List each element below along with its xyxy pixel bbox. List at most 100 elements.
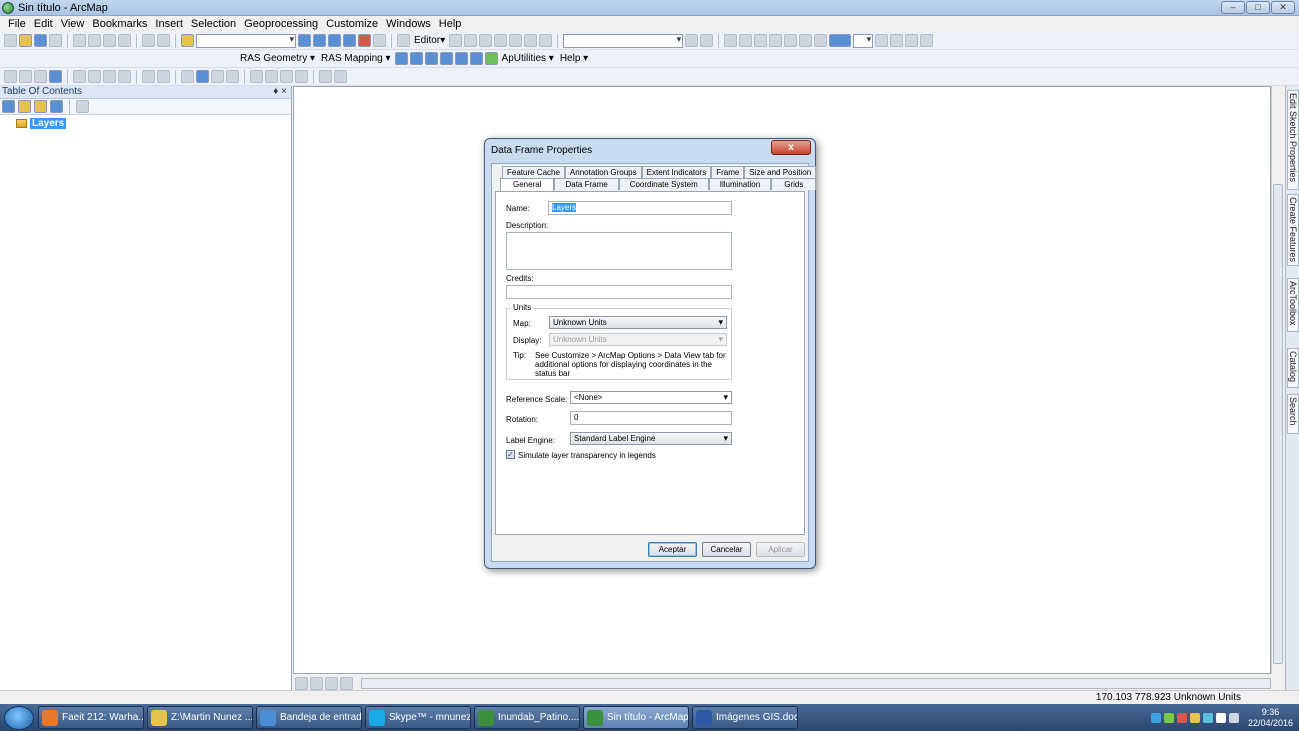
tray-volume-icon[interactable] — [1228, 712, 1239, 723]
menu-bookmarks[interactable]: Bookmarks — [88, 18, 151, 30]
georef-icon[interactable] — [685, 34, 699, 47]
fill-color-icon[interactable] — [829, 34, 852, 47]
open-folder-icon[interactable] — [19, 34, 32, 47]
find-route-icon[interactable] — [280, 70, 293, 83]
aputilities-menu[interactable]: ApUtilities ▾ — [500, 53, 556, 64]
back-extent-icon[interactable] — [103, 70, 116, 83]
minimize-button[interactable]: ‒ — [1221, 1, 1245, 14]
tab-feature-cache[interactable]: Feature Cache — [502, 166, 565, 178]
tab-data-frame[interactable]: Data Frame — [554, 178, 619, 190]
menu-file[interactable]: File — [4, 18, 30, 30]
editor-toolbar-icon[interactable] — [298, 34, 311, 47]
list-by-selection-icon[interactable] — [50, 100, 63, 113]
apply-button[interactable]: Aplicar — [756, 542, 805, 557]
fixed-zoom-in-icon[interactable] — [73, 70, 86, 83]
viewer-window-icon[interactable] — [334, 70, 347, 83]
tab-coordinate-system[interactable]: Coordinate System — [618, 178, 709, 190]
ras-tool-7-icon[interactable] — [484, 52, 498, 65]
dock-tab-edit-sketch-properties[interactable]: Edit Sketch Properties — [1287, 90, 1299, 190]
rotate-tool-icon[interactable] — [509, 34, 523, 47]
taskbar-firefox[interactable]: Faeit 212: Warha... — [38, 706, 144, 729]
pause-drawing-icon[interactable] — [340, 676, 353, 690]
menu-help[interactable]: Help — [435, 18, 466, 30]
select-elements-icon[interactable] — [181, 70, 194, 83]
map-scale-combo[interactable] — [196, 33, 296, 48]
close-window-button[interactable]: ✕ — [1271, 1, 1295, 14]
dialog-close-button[interactable]: x — [771, 140, 811, 155]
sketch-properties-icon[interactable] — [539, 34, 553, 47]
description-textarea[interactable] — [506, 232, 732, 270]
list-by-visibility-icon[interactable] — [34, 100, 47, 113]
draw-tool-4-icon[interactable] — [769, 34, 783, 47]
color-dropdown[interactable] — [853, 33, 874, 48]
draw-tool-3-icon[interactable] — [754, 34, 768, 47]
cancel-button[interactable]: Cancelar — [702, 542, 751, 557]
rotation-input[interactable]: 0 — [570, 411, 732, 425]
menu-insert[interactable]: Insert — [151, 18, 187, 30]
attributes-icon[interactable] — [524, 34, 538, 47]
toc-layers-node[interactable]: Layers — [0, 115, 291, 129]
fixed-zoom-out-icon[interactable] — [88, 70, 101, 83]
draw-tool-2-icon[interactable] — [739, 34, 753, 47]
ras-tool-1-icon[interactable] — [394, 52, 408, 65]
credits-input[interactable] — [506, 285, 732, 299]
time-slider-icon[interactable] — [319, 70, 332, 83]
ras-tool-4-icon[interactable] — [439, 52, 453, 65]
tray-app-icon[interactable] — [1163, 712, 1174, 723]
georef-2-icon[interactable] — [700, 34, 714, 47]
draw-tool-7-icon[interactable] — [814, 34, 828, 47]
taskbar-mail[interactable]: Bandeja de entrad... — [256, 706, 362, 729]
ras-tool-6-icon[interactable] — [469, 52, 483, 65]
zoom-out-icon[interactable] — [19, 70, 32, 83]
select-features-icon[interactable] — [142, 70, 155, 83]
taskbar-arcmap-sin-titulo[interactable]: Sin título - ArcMap — [583, 706, 689, 729]
ras-tool-2-icon[interactable] — [409, 52, 423, 65]
map-horizontal-scrollbar[interactable] — [361, 677, 1271, 689]
save-icon[interactable] — [34, 34, 47, 47]
data-view-icon[interactable] — [295, 676, 308, 690]
list-by-source-icon[interactable] — [18, 100, 31, 113]
delete-icon[interactable] — [118, 34, 131, 47]
sketch-tool-icon[interactable] — [479, 34, 493, 47]
straight-segment-icon[interactable] — [464, 34, 478, 47]
menu-geoprocessing[interactable]: Geoprocessing — [240, 18, 322, 30]
print-icon[interactable] — [49, 34, 62, 47]
tab-annotation-groups[interactable]: Annotation Groups — [564, 166, 642, 178]
refresh-view-icon[interactable] — [325, 676, 338, 690]
tab-extent-indicators[interactable]: Extent Indicators — [641, 166, 712, 178]
model-builder-icon[interactable] — [397, 34, 410, 47]
map-vertical-scrollbar[interactable] — [1271, 86, 1284, 674]
taskbar-explorer[interactable]: Z:\Martin Nunez ... — [147, 706, 253, 729]
pan-icon[interactable] — [34, 70, 47, 83]
forward-extent-icon[interactable] — [118, 70, 131, 83]
ras-geometry-menu[interactable]: RAS Geometry ▾ — [238, 53, 317, 64]
dock-tab-create-features[interactable]: Create Features — [1287, 194, 1299, 266]
dock-tab-search[interactable]: Search — [1287, 394, 1299, 434]
draw-tool-5-icon[interactable] — [784, 34, 798, 47]
toc-pin-close[interactable]: ♦ × — [273, 86, 287, 97]
split-tool-icon[interactable] — [494, 34, 508, 47]
ras-mapping-menu[interactable]: RAS Mapping ▾ — [319, 53, 393, 64]
draw-tool-6-icon[interactable] — [799, 34, 813, 47]
vertical-scroll-thumb[interactable] — [1273, 184, 1283, 664]
tab-frame[interactable]: Frame — [711, 166, 745, 178]
layout-2-icon[interactable] — [890, 34, 904, 47]
help-menu[interactable]: Help ▾ — [558, 53, 590, 64]
toc-options-icon[interactable] — [76, 100, 89, 113]
add-data-icon[interactable] — [181, 34, 194, 47]
ras-tool-5-icon[interactable] — [454, 52, 468, 65]
cut-icon[interactable] — [73, 34, 86, 47]
tray-antivirus-icon[interactable] — [1176, 712, 1187, 723]
tab-illumination[interactable]: Illumination — [708, 178, 772, 190]
undo-icon[interactable] — [142, 34, 155, 47]
new-document-icon[interactable] — [4, 34, 17, 47]
tray-update-icon[interactable] — [1189, 712, 1200, 723]
go-to-xy-icon[interactable] — [295, 70, 308, 83]
reference-scale-combo[interactable]: <None> — [570, 391, 732, 404]
simulate-transparency-checkbox[interactable]: ✓ — [506, 450, 515, 459]
measure-icon[interactable] — [250, 70, 263, 83]
menu-windows[interactable]: Windows — [382, 18, 435, 30]
html-popup-icon[interactable] — [226, 70, 239, 83]
editor-menu[interactable]: Editor▾ — [412, 35, 447, 46]
hyperlink-icon[interactable] — [211, 70, 224, 83]
